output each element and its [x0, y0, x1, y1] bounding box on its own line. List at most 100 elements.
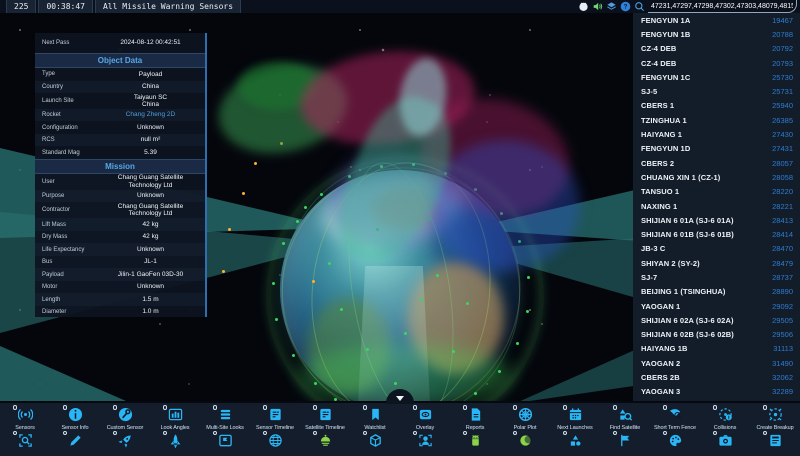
satellite-row[interactable]: JB-3 C28470 [633, 242, 800, 256]
satellite-row[interactable]: CBERS 228057 [633, 156, 800, 170]
satellite-row[interactable]: CBERS 2B32062 [633, 370, 800, 384]
menu-item-create-breakup[interactable]: Create Breakup [750, 403, 800, 431]
menu-item-android[interactable] [450, 431, 500, 448]
satellite-row[interactable]: YAOGAN 332289 [633, 385, 800, 399]
satellite-name: FENGYUN 1D [641, 144, 690, 153]
satellite-row[interactable]: FENGYUN 1A19467 [633, 13, 800, 27]
satellite-row[interactable]: CBERS 125940 [633, 99, 800, 113]
satellite-id: 28413 [772, 216, 793, 225]
satellite-name: CBERS 1 [641, 101, 674, 110]
info-label: Length [35, 297, 102, 303]
satellite-row[interactable]: SJ-525731 [633, 84, 800, 98]
satellite-name: TANSUO 1 [641, 187, 679, 196]
menu-item-short-term-fence[interactable]: Short Term Fence [650, 403, 700, 431]
pencil-icon [68, 433, 83, 448]
menu-item-flag[interactable] [600, 431, 650, 448]
satellite-row[interactable]: SHIYAN 2 (SY-2)28479 [633, 256, 800, 270]
menu-item-globe[interactable] [250, 431, 300, 448]
satellite-row[interactable]: FENGYUN 1C 25730 [633, 70, 800, 84]
menu-item-framedmap[interactable] [200, 431, 250, 448]
menu-item-reports[interactable]: Reports [450, 403, 500, 431]
info-row: Diameter1.0 m [35, 306, 205, 317]
menu-item-brsearch[interactable] [0, 431, 50, 448]
satellite-row[interactable]: CZ-4 DEB20793 [633, 56, 800, 70]
info-row: RCSnull m² [35, 134, 205, 147]
menu-item-sensors[interactable]: Sensors [0, 403, 50, 431]
sensor-beam [358, 266, 430, 403]
menu-item-satellite-timeline[interactable]: Satellite Timeline [300, 403, 350, 431]
search-input[interactable] [648, 0, 797, 13]
menu-item-collisions[interactable]: Collisions [700, 403, 750, 431]
info-value: Chang Guang Satellite Technology Ltd [102, 174, 205, 189]
fence-icon [668, 407, 683, 422]
moon-icon [518, 433, 533, 448]
menu-item-next-launches[interactable]: Next Launches [550, 403, 600, 431]
menu-item-sensor-timeline[interactable]: Sensor Timeline [250, 403, 300, 431]
android-icon [468, 433, 483, 448]
menu-item-custom-sensor[interactable]: Custom Sensor [100, 403, 150, 431]
help-icon[interactable]: ? [620, 1, 631, 12]
satellite-row[interactable]: YAOGAN 129092 [633, 299, 800, 313]
satellite-row[interactable]: TANSUO 128220 [633, 185, 800, 199]
info-value: Unknown [102, 192, 205, 199]
info-row: Length1.5 m [35, 293, 205, 306]
active-sensor-label: All Missile Warning Sensors [95, 0, 241, 13]
menu-item-missile[interactable] [150, 431, 200, 448]
satellite-row[interactable]: TZINGHUA 126385 [633, 113, 800, 127]
menu-item-astro[interactable] [400, 431, 450, 448]
menu-item-look-angles[interactable]: Look Angles [150, 403, 200, 431]
satellite-row[interactable]: SHIJIAN 6 01B (SJ-6 01B)28414 [633, 227, 800, 241]
menu-item-palette[interactable] [650, 431, 700, 448]
satellite-row[interactable]: FENGYUN 1D27431 [633, 142, 800, 156]
info-row: RocketChang Zheng 2D [35, 109, 205, 122]
rocket-link[interactable]: Chang Zheng 2D [102, 111, 205, 118]
satellite-row[interactable]: SHIJIAN 6 02B (SJ-6 02B)29506 [633, 328, 800, 342]
info-value: Jilin-1 GaoFen 03D-30 [102, 271, 205, 278]
info-value: 1.0 m [102, 308, 205, 315]
info-row: Launch SiteTaiyaun SC China [35, 93, 205, 109]
menu-item-find-satellite[interactable]: Find Satellite [600, 403, 650, 431]
search-icon[interactable] [634, 1, 645, 12]
menu-item-sensor-info[interactable]: Sensor Info [50, 403, 100, 431]
satellite-row[interactable]: HAIYANG 1B31113 [633, 342, 800, 356]
github-icon[interactable] [578, 1, 589, 12]
menu-item-pencil[interactable] [50, 431, 100, 448]
menu-item-overlay[interactable]: Overlay [400, 403, 450, 431]
layers-icon[interactable] [606, 1, 617, 12]
menu-item-multi-site-looks[interactable]: Multi-Site Looks [200, 403, 250, 431]
report-icon [468, 407, 483, 422]
menu-item-polar-plot[interactable]: Polar Plot [500, 403, 550, 431]
menu-item-rocket[interactable] [100, 431, 150, 448]
menu-item-shapes[interactable] [550, 431, 600, 448]
satellite-row[interactable]: BEIJING 1 (TSINGHUA)28890 [633, 285, 800, 299]
satellite-row[interactable]: YAOGAN 231490 [633, 356, 800, 370]
info-icon [68, 407, 83, 422]
info-row: BusJL-1 [35, 256, 205, 269]
satellite-name: CHUANG XIN 1 (CZ-1) [641, 173, 720, 182]
info-value: Unknown [102, 124, 205, 131]
satellite-row[interactable]: CZ-4 DEB20792 [633, 42, 800, 56]
menu-item-moon[interactable] [500, 431, 550, 448]
satellite-id: 25730 [772, 73, 793, 82]
menu-item-clipboard[interactable] [750, 431, 800, 448]
satellite-id: 28470 [772, 244, 793, 253]
menu-item-watchlist[interactable]: Watchlist [350, 403, 400, 431]
satellite-row[interactable]: NAXING 128221 [633, 199, 800, 213]
satellite-row[interactable]: HAIYANG 127430 [633, 127, 800, 141]
satellite-name: SHIJIAN 6 02A (SJ-6 02A) [641, 316, 734, 325]
satellite-row[interactable]: SHIJIAN 6 01A (SJ-6 01A)28413 [633, 213, 800, 227]
sound-icon[interactable] [592, 1, 603, 12]
satellite-row[interactable]: SJ-728737 [633, 270, 800, 284]
menu-item-dome[interactable] [300, 431, 350, 448]
menu-item-camera[interactable] [700, 431, 750, 448]
info-value: Taiyaun SC China [102, 94, 205, 109]
satellite-row[interactable]: FENGYUN 1B20788 [633, 27, 800, 41]
satellite-row[interactable]: SHIJIAN 6 02A (SJ-6 02A)29505 [633, 313, 800, 327]
menu-item-cube[interactable] [350, 431, 400, 448]
satellite-name: FENGYUN 1C [641, 73, 690, 82]
satellite-row[interactable]: CHUANG XIN 1 (CZ-1)28058 [633, 170, 800, 184]
info-label: User [35, 179, 102, 185]
satellite-name: CBERS 2 [641, 159, 674, 168]
info-label: Launch Site [35, 98, 102, 104]
satellite-id: 20792 [772, 44, 793, 53]
